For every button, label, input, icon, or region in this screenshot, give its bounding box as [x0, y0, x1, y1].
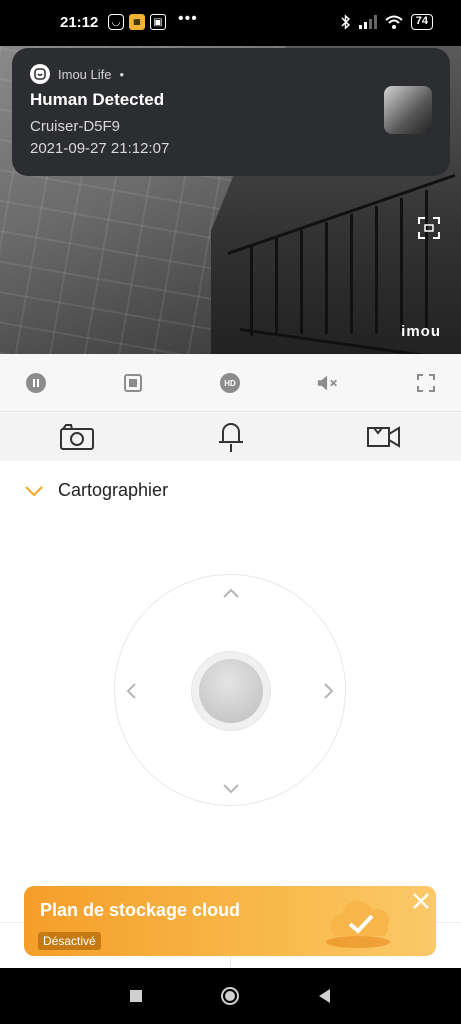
feed-bar [375, 206, 378, 334]
hd-button[interactable]: HD [218, 371, 242, 395]
feed-bar [325, 222, 328, 334]
feed-bar [250, 246, 253, 336]
status-time: 21:12 [60, 14, 99, 31]
app-status-icon: ▦ [129, 14, 145, 30]
microphone-icon [219, 423, 243, 452]
cloud-banner-title: Plan de stockage cloud [40, 900, 241, 920]
wifi-icon [385, 15, 403, 29]
notification-separator: • [119, 66, 125, 82]
video-record-icon [367, 426, 400, 448]
signal-icon [358, 15, 377, 29]
more-notifications-icon: ••• [178, 10, 198, 27]
snapshot-button[interactable] [59, 421, 95, 453]
joystick-knob[interactable] [199, 659, 263, 723]
chevron-left-icon [126, 683, 136, 699]
imou-watermark: imou [401, 323, 441, 340]
playback-controls: HD [0, 354, 461, 412]
push-notification[interactable]: Imou Life • Human Detected Cruiser-D5F9 … [12, 48, 450, 176]
pan-right-button[interactable] [321, 683, 337, 699]
ptz-section-toggle[interactable]: Cartographier [24, 480, 168, 501]
mute-icon [317, 375, 337, 391]
joystick-center [191, 651, 271, 731]
stop-icon [124, 374, 142, 392]
record-button[interactable] [366, 421, 402, 453]
hd-icon: HD [220, 373, 240, 393]
feed-bar [300, 230, 303, 334]
imou-app-icon [30, 64, 50, 84]
back-triangle-icon [319, 989, 330, 1003]
status-notification-icons: ◡ ▦ ▣ [108, 14, 166, 30]
fullscreen-button[interactable] [414, 371, 438, 395]
recent-apps-button[interactable] [126, 986, 146, 1006]
feed-bar [425, 190, 428, 330]
notification-timestamp: 2021-09-27 21:12:07 [30, 140, 170, 157]
mute-button[interactable] [316, 371, 340, 395]
ptz-joystick[interactable] [114, 574, 346, 806]
status-bar: 21:12 ◡ ▦ ▣ ••• 74 [0, 0, 461, 46]
feed-bar [350, 214, 353, 334]
pan-left-button[interactable] [123, 683, 139, 699]
action-bar [0, 413, 461, 461]
feed-bar [400, 198, 403, 332]
notification-app-name: Imou Life [58, 66, 112, 82]
pan-up-button[interactable] [223, 585, 239, 601]
pause-button[interactable] [24, 371, 48, 395]
notification-device: Cruiser-D5F9 [30, 118, 121, 135]
pan-down-button[interactable] [223, 781, 239, 797]
fullscreen-icon [417, 374, 435, 392]
camera-icon [60, 424, 94, 450]
battery-icon: 74 [410, 14, 433, 30]
back-button[interactable] [314, 986, 334, 1006]
notification-thumbnail [384, 86, 432, 134]
bluetooth-icon [341, 14, 350, 30]
image-status-icon: ▣ [150, 14, 166, 30]
home-circle-icon [221, 987, 239, 1005]
chevron-right-icon [324, 683, 334, 699]
cloud-status-badge: Désactivé [38, 932, 101, 950]
section-label: Cartographier [58, 480, 169, 500]
square-icon [130, 990, 142, 1002]
home-button[interactable] [220, 986, 240, 1006]
chevron-up-icon [223, 588, 239, 598]
cloud-storage-banner[interactable]: Plan de stockage cloud Désactivé [24, 886, 436, 956]
android-nav-bar [0, 968, 461, 1024]
feed-bar [275, 238, 278, 334]
chevron-down-icon [25, 485, 43, 496]
status-system-icons: 74 [341, 14, 433, 30]
cloud-check-icon [326, 901, 390, 948]
imou-status-icon: ◡ [108, 14, 124, 30]
chevron-down-icon [223, 784, 239, 794]
stop-button[interactable] [121, 371, 145, 395]
close-icon[interactable] [412, 892, 430, 910]
expand-frame-icon[interactable] [417, 216, 441, 240]
pause-icon [26, 373, 46, 393]
notification-app-row: Imou Life • [30, 64, 124, 84]
talk-button[interactable] [213, 421, 249, 453]
notification-title: Human Detected [30, 90, 165, 109]
